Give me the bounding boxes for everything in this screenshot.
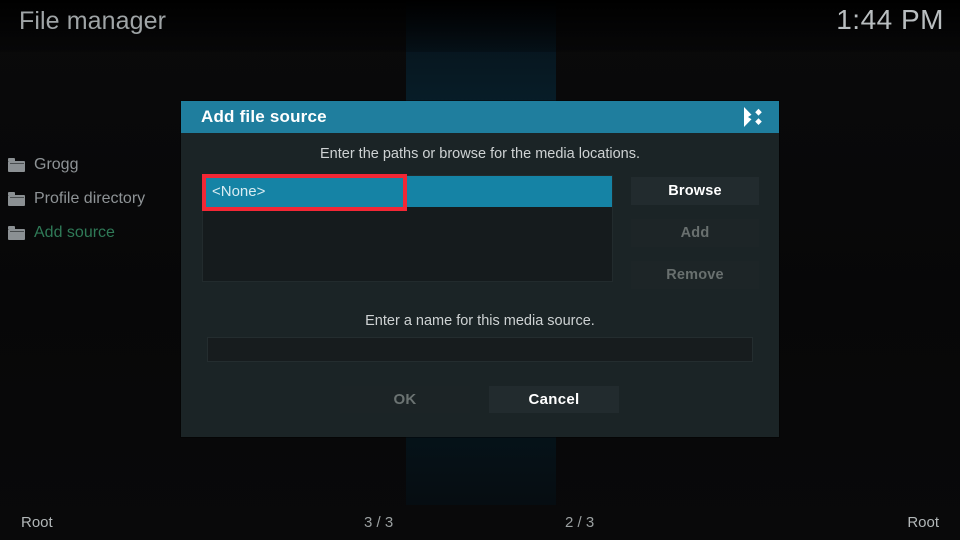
path-list[interactable]: <None> <box>202 175 613 282</box>
kodi-logo-icon <box>741 106 765 128</box>
folder-icon <box>8 226 25 240</box>
sidebar-item-label: Grogg <box>34 156 79 173</box>
add-file-source-dialog: Add file source Enter the paths or brows… <box>181 101 779 437</box>
paths-hint-label: Enter the paths or browse for the media … <box>320 146 640 162</box>
sidebar-item-grogg[interactable]: Grogg <box>0 148 180 182</box>
folder-icon <box>8 192 25 206</box>
sidebar-item-label: Add source <box>34 224 115 241</box>
add-button[interactable]: Add <box>631 219 759 247</box>
name-hint-label: Enter a name for this media source. <box>365 313 595 329</box>
sidebar: Grogg Profile directory Add source <box>0 148 180 250</box>
ok-button[interactable]: OK <box>340 386 470 413</box>
cancel-button[interactable]: Cancel <box>489 386 619 413</box>
sidebar-item-label: Profile directory <box>34 190 146 207</box>
sidebar-item-profile-directory[interactable]: Profile directory <box>0 182 180 216</box>
status-right-path: Root <box>907 514 939 531</box>
clock: 1:44 PM <box>836 4 944 35</box>
list-item[interactable]: <None> <box>203 176 612 207</box>
path-row-label: <None> <box>212 183 266 200</box>
folder-icon <box>8 158 25 172</box>
top-bar: File manager 1:44 PM <box>0 0 960 48</box>
page-title: File manager <box>19 7 167 35</box>
dialog-title: Add file source <box>201 107 327 126</box>
status-bar: Root 3 / 3 2 / 3 Root <box>0 505 960 540</box>
browse-button[interactable]: Browse <box>631 177 759 205</box>
status-left-path: Root <box>21 514 53 531</box>
dialog-header: Add file source <box>181 101 779 133</box>
media-source-name-input[interactable] <box>207 337 753 362</box>
status-left-count: 3 / 3 <box>364 514 394 531</box>
dialog-body: Enter the paths or browse for the media … <box>181 133 779 437</box>
remove-button[interactable]: Remove <box>631 261 759 289</box>
status-right-count: 2 / 3 <box>565 514 595 531</box>
sidebar-item-add-source[interactable]: Add source <box>0 216 180 250</box>
kodi-screen: File manager 1:44 PM Grogg Profile direc… <box>0 0 960 540</box>
